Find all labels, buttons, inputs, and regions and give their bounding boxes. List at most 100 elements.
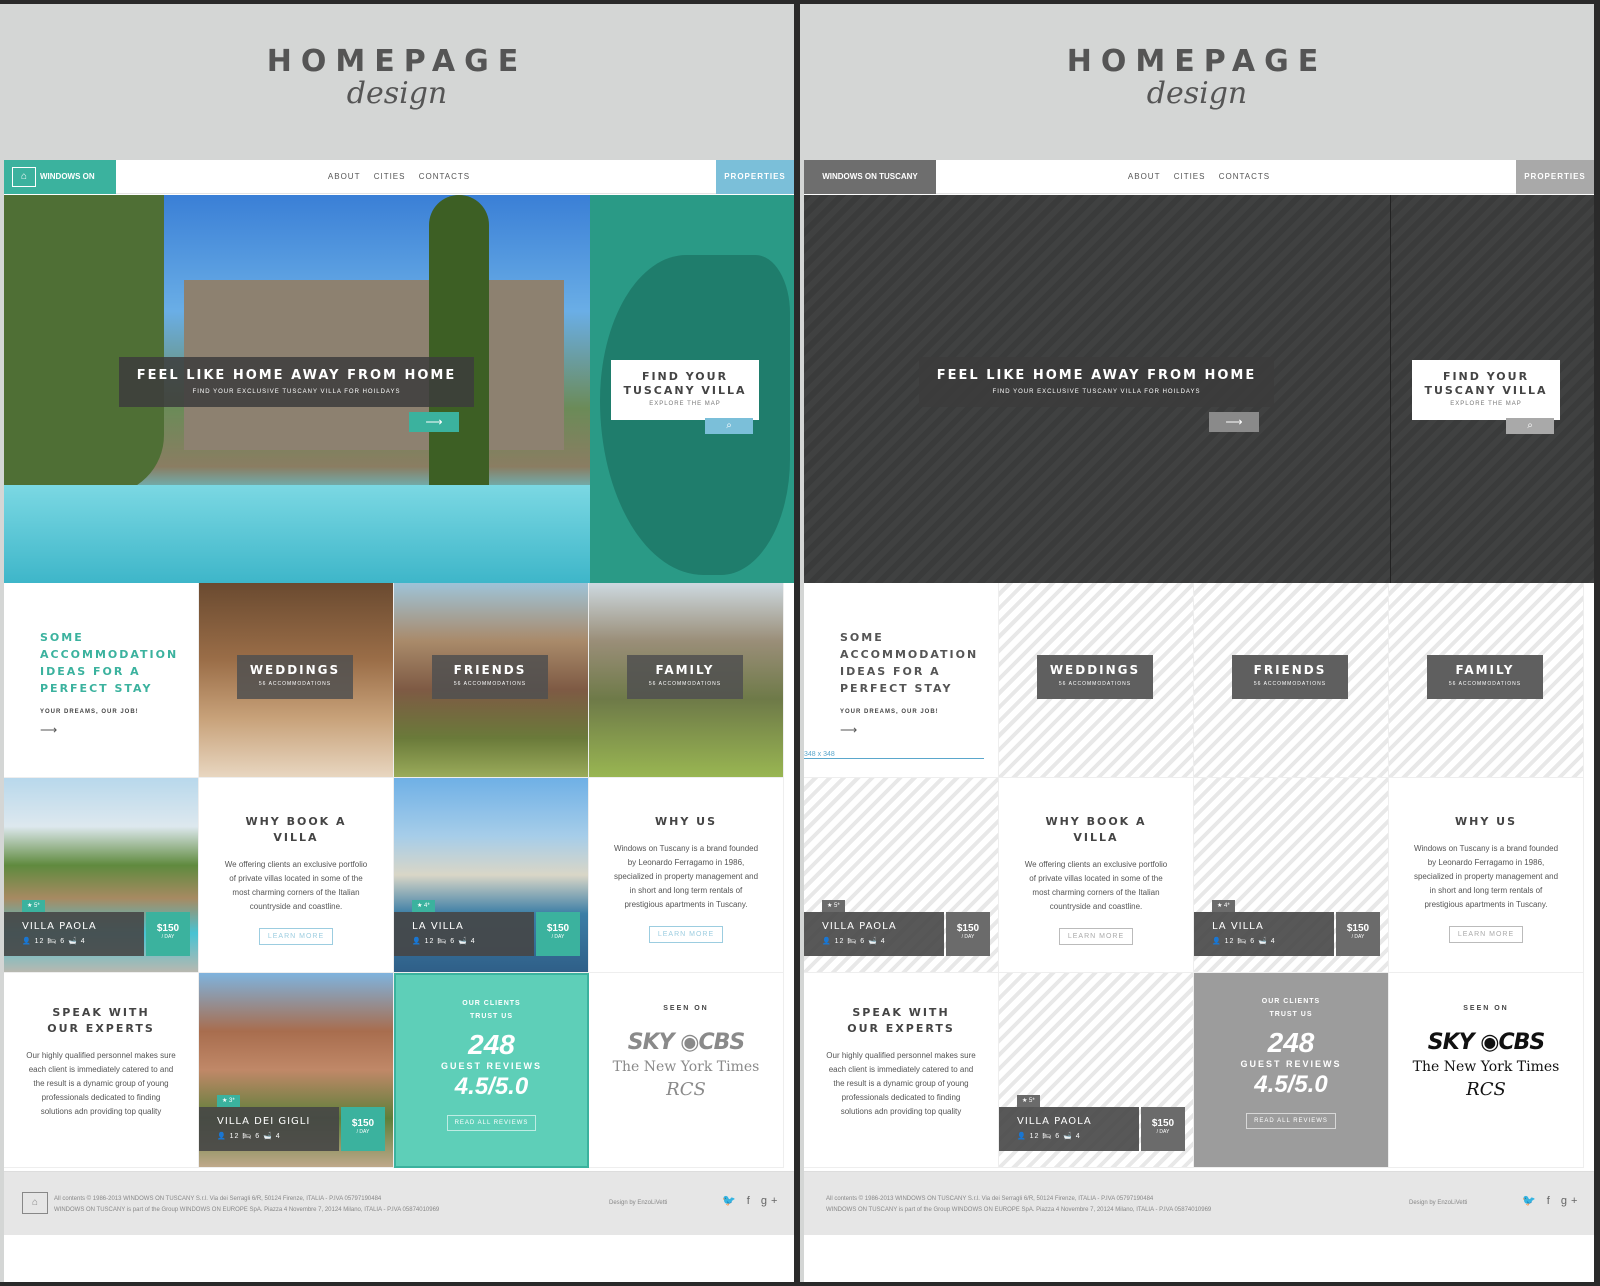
- nav-cities[interactable]: CITIES: [1174, 172, 1206, 181]
- why-book-title: WHY BOOK A VILLA: [245, 815, 347, 844]
- category-family[interactable]: FAMILY 56 ACCOMMODATIONS: [1389, 583, 1584, 778]
- why-us-tile: WHY US Windows on Tuscany is a brand fou…: [589, 778, 784, 973]
- nav-menu: ABOUT CITIES CONTACTS: [4, 160, 794, 194]
- villa-card[interactable]: ★ 5* VILLA PAOLA 👤 12 🛏 6 🛁 4 $150/ DAY: [4, 778, 199, 973]
- star-rating: ★ 4*: [412, 900, 435, 912]
- footer-group: WINDOWS ON TUSCANY is part of the Group …: [826, 1207, 1212, 1213]
- social-icons[interactable]: 🐦 f g+: [1522, 1194, 1581, 1207]
- star-rating: ★ 5*: [22, 900, 45, 912]
- villa-name: VILLA PAOLA: [22, 921, 97, 932]
- rcs-logo: RCS: [666, 1079, 706, 1100]
- star-rating: ★ 3*: [217, 1095, 240, 1107]
- hero-arrow-button[interactable]: ⟶: [1209, 412, 1259, 432]
- review-count: 248: [1267, 1027, 1315, 1058]
- footer-credit[interactable]: Design by EnzoLiVetti: [609, 1200, 667, 1206]
- star-rating: ★ 4*: [1212, 900, 1235, 912]
- nav-cities[interactable]: CITIES: [374, 172, 406, 181]
- map-placeholder[interactable]: FIND YOUR TUSCANY VILLA EXPLORE THE MAP ⌕: [1390, 195, 1594, 583]
- villa-amenities: 👤 12 🛏 6 🛁 4: [412, 938, 476, 945]
- reviews-tile: OUR CLIENTS TRUST US 248 GUEST REVIEWS 4.…: [1194, 973, 1389, 1168]
- learn-more-button[interactable]: LEARN MORE: [648, 926, 724, 943]
- dimension-annotation: 348 x 348: [804, 751, 984, 759]
- villa-card[interactable]: ★ 5* VILLA PAOLA 👤 12 🛏 6 🛁 4 $150/ DAY: [999, 973, 1194, 1168]
- sky-cbs-logo: SKY ◉CBS: [1427, 1030, 1545, 1055]
- why-us-title: WHY US: [655, 815, 717, 828]
- hero-subtitle: FIND YOUR EXCLUSIVE TUSCANY VILLA FOR HO…: [192, 389, 401, 395]
- category-family[interactable]: FAMILY 56 ACCOMMODATIONS: [589, 583, 784, 778]
- villa-card[interactable]: ★ 5* VILLA PAOLA 👤 12 🛏 6 🛁 4 $150/ DAY: [804, 778, 999, 973]
- properties-button[interactable]: PROPERTIES: [1516, 160, 1594, 194]
- hero-arrow-button[interactable]: ⟶: [409, 412, 459, 432]
- learn-more-button[interactable]: LEARN MORE: [1058, 928, 1134, 945]
- top-nav: WINDOWS ON TUSCANY ABOUT CITIES CONTACTS…: [804, 160, 1594, 194]
- site-mockup: ⌂WINDOWS ON TUSCANY ABOUT CITIES CONTACT…: [4, 160, 794, 1282]
- villa-card[interactable]: ★ 4* LA VILLA 👤 12 🛏 6 🛁 4 $150/ DAY: [394, 778, 589, 973]
- rcs-logo: RCS: [1466, 1079, 1506, 1100]
- villa-card[interactable]: ★ 3* VILLA DEI GIGLI 👤 12 🛏 6 🛁 4 $150/ D…: [199, 973, 394, 1168]
- reviews-tile: OUR CLIENTS TRUST US 248 GUEST REVIEWS 4.…: [394, 973, 589, 1168]
- villa-amenities: 👤 12 🛏 6 🛁 4: [1017, 1133, 1081, 1140]
- page-subtitle: design: [1146, 76, 1248, 111]
- villa-card[interactable]: ★ 4* LA VILLA 👤 12 🛏 6 🛁 4 $150/ DAY: [1194, 778, 1389, 973]
- why-us-tile: WHY US Windows on Tuscany is a brand fou…: [1389, 778, 1584, 973]
- seen-on-title: SEEN ON: [663, 1005, 709, 1012]
- map-search-button[interactable]: ⌕: [1506, 418, 1554, 434]
- villa-name: LA VILLA: [412, 921, 464, 932]
- why-us-text: Windows on Tuscany is a brand founded by…: [1413, 844, 1559, 909]
- read-all-reviews-button[interactable]: READ ALL REVIEWS: [1246, 1113, 1336, 1129]
- category-weddings[interactable]: WEDDINGS 56 ACCOMMODATIONS: [999, 583, 1194, 778]
- hero-title: FEEL LIKE HOME AWAY FROM HOME: [936, 368, 1257, 383]
- villa-amenities: 👤 12 🛏 6 🛁 4: [217, 1133, 281, 1140]
- map-panel[interactable]: FIND YOUR TUSCANY VILLA EXPLORE THE MAP ⌕: [590, 195, 794, 583]
- nav-contacts[interactable]: CONTACTS: [1219, 172, 1270, 181]
- why-us-text: Windows on Tuscany is a brand founded by…: [613, 844, 759, 909]
- intro-tile: SOME ACCOMMODATION IDEAS FOR A PERFECT STAY…: [4, 583, 199, 778]
- hero-caption: FEEL LIKE HOME AWAY FROM HOME FIND YOUR …: [919, 357, 1274, 407]
- top-nav: ⌂WINDOWS ON TUSCANY ABOUT CITIES CONTACT…: [4, 160, 794, 215]
- arrow-icon[interactable]: ⟶: [40, 723, 198, 737]
- site-wireframe: WINDOWS ON TUSCANY ABOUT CITIES CONTACTS…: [804, 160, 1594, 1282]
- nav-about[interactable]: ABOUT: [1128, 172, 1161, 181]
- category-weddings[interactable]: WEDDINGS 56 ACCOMMODATIONS: [199, 583, 394, 778]
- star-rating: ★ 5*: [1017, 1095, 1040, 1107]
- nav-about[interactable]: ABOUT: [328, 172, 361, 181]
- review-rating: 4.5/5.0: [454, 1073, 529, 1100]
- intro-tagline: YOUR DREAMS, OUR JOB!: [40, 709, 139, 715]
- nav-menu: ABOUT CITIES CONTACTS: [804, 160, 1594, 194]
- intro-tagline: YOUR DREAMS, OUR JOB!: [840, 709, 939, 715]
- footer-copyright: All contents © 1986-2013 WINDOWS ON TUSC…: [54, 1196, 382, 1202]
- category-friends[interactable]: FRIENDS 56 ACCOMMODATIONS: [394, 583, 589, 778]
- design-panel: HOMEPAGE design ⌂WINDOWS ON TUSCANY ABOU…: [0, 4, 794, 1282]
- map-search-button[interactable]: ⌕: [705, 418, 753, 434]
- sky-cbs-logo: SKY ◉CBS: [627, 1030, 745, 1055]
- read-all-reviews-button[interactable]: READ ALL REVIEWS: [446, 1115, 537, 1131]
- intro-heading: SOME ACCOMMODATION IDEAS FOR A PERFECT STAY: [840, 631, 979, 695]
- hero-title: FEEL LIKE HOME AWAY FROM HOME: [136, 368, 457, 383]
- social-icons[interactable]: 🐦 f g+: [722, 1194, 781, 1207]
- arrow-icon[interactable]: ⟶: [840, 723, 998, 737]
- page-title: HOMEPAGE: [266, 44, 528, 79]
- hero-placeholder: FEEL LIKE HOME AWAY FROM HOME FIND YOUR …: [804, 195, 1390, 583]
- category-friends[interactable]: FRIENDS 56 ACCOMMODATIONS: [1194, 583, 1389, 778]
- villa-price: $150: [351, 1118, 375, 1129]
- villa-price: $150: [1346, 923, 1370, 934]
- learn-more-button[interactable]: LEARN MORE: [258, 928, 334, 945]
- seen-on-tile: SEEN ON SKY ◉CBS The New York Times RCS: [589, 973, 784, 1168]
- villa-amenities: 👤 12 🛏 6 🛁 4: [1212, 938, 1276, 945]
- footer-copyright: All contents © 1986-2013 WINDOWS ON TUSC…: [826, 1196, 1154, 1202]
- experts-tile: SPEAK WITH OUR EXPERTS Our highly qualifi…: [804, 973, 999, 1168]
- hero-caption: FEEL LIKE HOME AWAY FROM HOME FIND YOUR …: [119, 357, 474, 407]
- cypress-image: [429, 195, 489, 515]
- footer: All contents © 1986-2013 WINDOWS ON TUSC…: [804, 1171, 1594, 1235]
- learn-more-button[interactable]: LEARN MORE: [1448, 926, 1524, 943]
- footer-credit[interactable]: Design by EnzoLiVetti: [1409, 1200, 1467, 1206]
- map-caption: FIND YOUR TUSCANY VILLA EXPLORE THE MAP: [1412, 360, 1560, 420]
- why-book-tile: WHY BOOK A VILLA We offering clients an …: [999, 778, 1194, 973]
- search-icon: ⌕: [1527, 420, 1533, 431]
- intro-heading: SOME ACCOMMODATION IDEAS FOR A PERFECT STAY: [40, 631, 179, 695]
- properties-button[interactable]: PROPERTIES: [716, 160, 794, 194]
- pool-image: [4, 485, 590, 583]
- nav-contacts[interactable]: CONTACTS: [419, 172, 470, 181]
- experts-title: SPEAK WITH OUR EXPERTS: [47, 1006, 155, 1035]
- why-book-text: We offering clients an exclusive portfol…: [1024, 860, 1168, 911]
